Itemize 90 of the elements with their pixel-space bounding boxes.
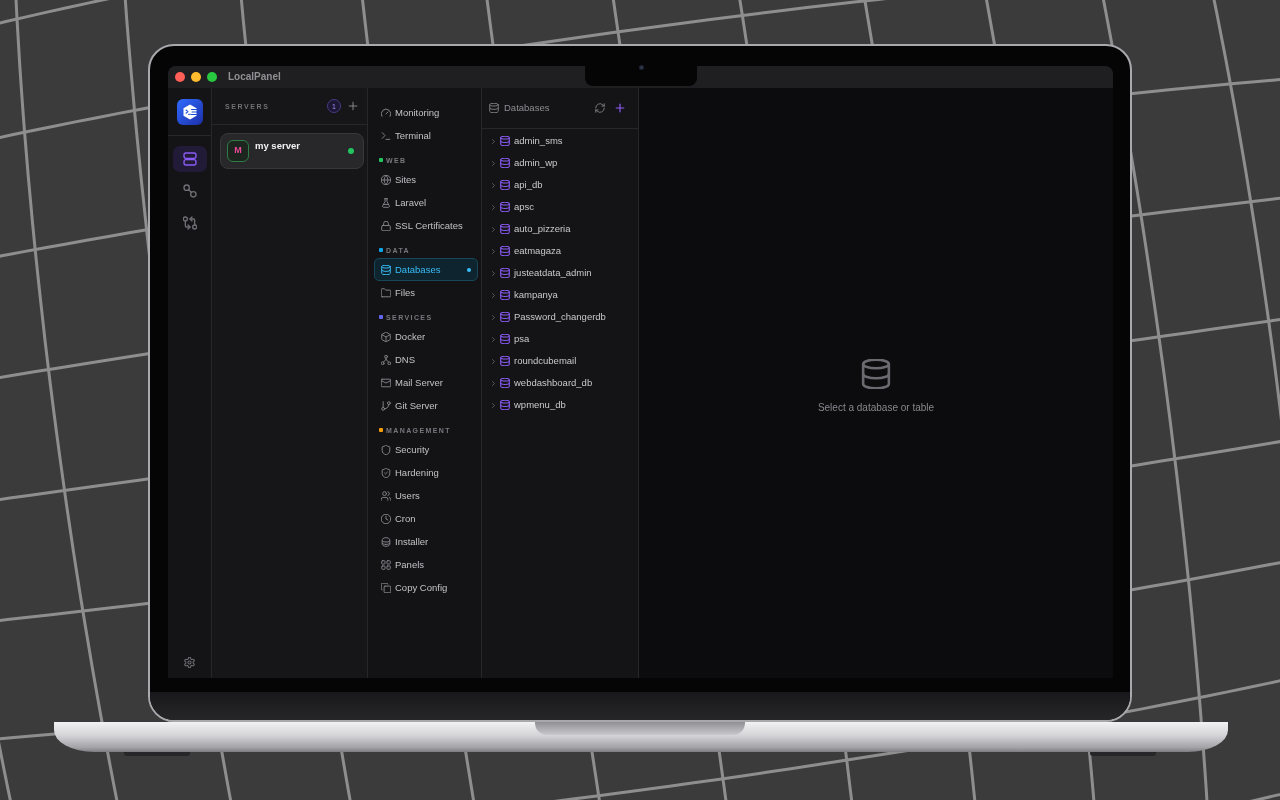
empty-state-message: Select a database or table bbox=[817, 401, 935, 414]
database-icon bbox=[381, 264, 391, 275]
nav-item[interactable]: Users bbox=[374, 484, 478, 507]
minimize-button[interactable] bbox=[191, 72, 201, 82]
branch-icon bbox=[381, 400, 391, 411]
nav-item[interactable]: Docker bbox=[374, 325, 478, 348]
database-icon bbox=[500, 158, 510, 168]
add-database-button[interactable] bbox=[615, 103, 625, 113]
flask-icon bbox=[381, 197, 391, 208]
network-icon bbox=[381, 354, 391, 365]
database-item[interactable]: justeatdata_admin bbox=[482, 262, 638, 284]
nav-item[interactable]: Installer bbox=[374, 530, 478, 553]
nav-item[interactable]: Laravel bbox=[374, 191, 478, 214]
database-icon bbox=[500, 356, 510, 366]
database-item[interactable]: api_db bbox=[482, 174, 638, 196]
database-item[interactable]: webdashboard_db bbox=[482, 372, 638, 394]
terminal-icon bbox=[381, 130, 391, 141]
plus-icon bbox=[615, 103, 625, 113]
rail-button[interactable] bbox=[172, 146, 207, 172]
nav-item[interactable]: Cron bbox=[374, 507, 478, 530]
copy-icon bbox=[381, 582, 391, 593]
database-icon bbox=[500, 136, 510, 146]
camera-icon bbox=[638, 65, 644, 70]
nav-item[interactable]: Files bbox=[374, 281, 478, 304]
compare-arrows-icon bbox=[182, 216, 197, 230]
database-item[interactable]: admin_sms bbox=[482, 130, 638, 152]
database-icon bbox=[500, 224, 510, 234]
database-item[interactable]: roundcubemail bbox=[482, 350, 638, 372]
clock-icon bbox=[381, 513, 391, 524]
nav-item[interactable]: Panels bbox=[374, 553, 478, 576]
window-title: LocalPanel bbox=[228, 71, 281, 83]
server-name: my server bbox=[255, 140, 300, 152]
nav-item[interactable]: Copy Config bbox=[374, 576, 478, 599]
active-dot-icon bbox=[467, 267, 471, 272]
cylinder-icon bbox=[381, 536, 391, 547]
database-item[interactable]: Password_changerdb bbox=[482, 306, 638, 328]
plus-icon bbox=[348, 101, 358, 111]
shield-icon bbox=[381, 444, 391, 455]
database-item[interactable]: auto_pizzeria bbox=[482, 218, 638, 240]
database-item[interactable]: wpmenu_db bbox=[482, 394, 638, 416]
nav-item[interactable]: Hardening bbox=[374, 461, 478, 484]
close-button[interactable] bbox=[175, 72, 185, 82]
app-logo-icon bbox=[176, 99, 203, 125]
envelope-icon bbox=[381, 377, 391, 388]
refresh-button[interactable] bbox=[595, 103, 605, 113]
database-icon bbox=[500, 290, 510, 300]
server-avatar: M bbox=[227, 140, 249, 162]
database-item[interactable]: admin_wp bbox=[482, 152, 638, 174]
settings-icon bbox=[184, 657, 195, 668]
server-stack-icon bbox=[182, 152, 197, 166]
database-icon bbox=[489, 103, 499, 113]
database-icon bbox=[500, 246, 510, 256]
cube-icon bbox=[381, 331, 391, 342]
database-icon bbox=[500, 180, 510, 190]
database-item[interactable]: apsc bbox=[482, 196, 638, 218]
linked-circles-icon bbox=[182, 184, 197, 198]
database-icon bbox=[500, 268, 510, 278]
nav-item[interactable]: DNS bbox=[374, 348, 478, 371]
database-icon bbox=[500, 334, 510, 344]
laptop-foot bbox=[1090, 752, 1156, 756]
nav-item[interactable]: Mail Server bbox=[374, 371, 478, 394]
laptop-foot bbox=[124, 752, 190, 756]
grid-icon bbox=[381, 559, 391, 570]
server-card[interactable]: M my server bbox=[220, 133, 364, 169]
database-icon bbox=[861, 358, 891, 389]
nav-item[interactable]: SSL Certificates bbox=[374, 214, 478, 237]
panel-title: Databases bbox=[504, 102, 550, 114]
database-item[interactable]: kampanya bbox=[482, 284, 638, 306]
refresh-icon bbox=[595, 103, 605, 113]
add-server-button[interactable] bbox=[348, 101, 358, 111]
settings-button[interactable] bbox=[184, 657, 195, 668]
nav-item[interactable]: Git Server bbox=[374, 394, 478, 417]
database-item[interactable]: psa bbox=[482, 328, 638, 350]
database-icon bbox=[500, 400, 510, 410]
folder-icon bbox=[381, 287, 391, 298]
nav-item[interactable]: Terminal bbox=[374, 124, 478, 147]
nav-item[interactable]: Security bbox=[374, 438, 478, 461]
database-icon bbox=[500, 312, 510, 322]
users-icon bbox=[381, 490, 391, 501]
globe-icon bbox=[381, 174, 391, 185]
database-icon bbox=[500, 202, 510, 212]
gauge-icon bbox=[381, 107, 391, 118]
database-item[interactable]: eatmagaza bbox=[482, 240, 638, 262]
nav-item[interactable]: Databases bbox=[374, 258, 478, 281]
database-icon bbox=[500, 378, 510, 388]
lock-icon bbox=[381, 220, 391, 231]
maximize-button[interactable] bbox=[207, 72, 217, 82]
shield-check-icon bbox=[381, 467, 391, 478]
nav-item[interactable]: Sites bbox=[374, 168, 478, 191]
nav-item[interactable]: Monitoring bbox=[374, 101, 478, 124]
